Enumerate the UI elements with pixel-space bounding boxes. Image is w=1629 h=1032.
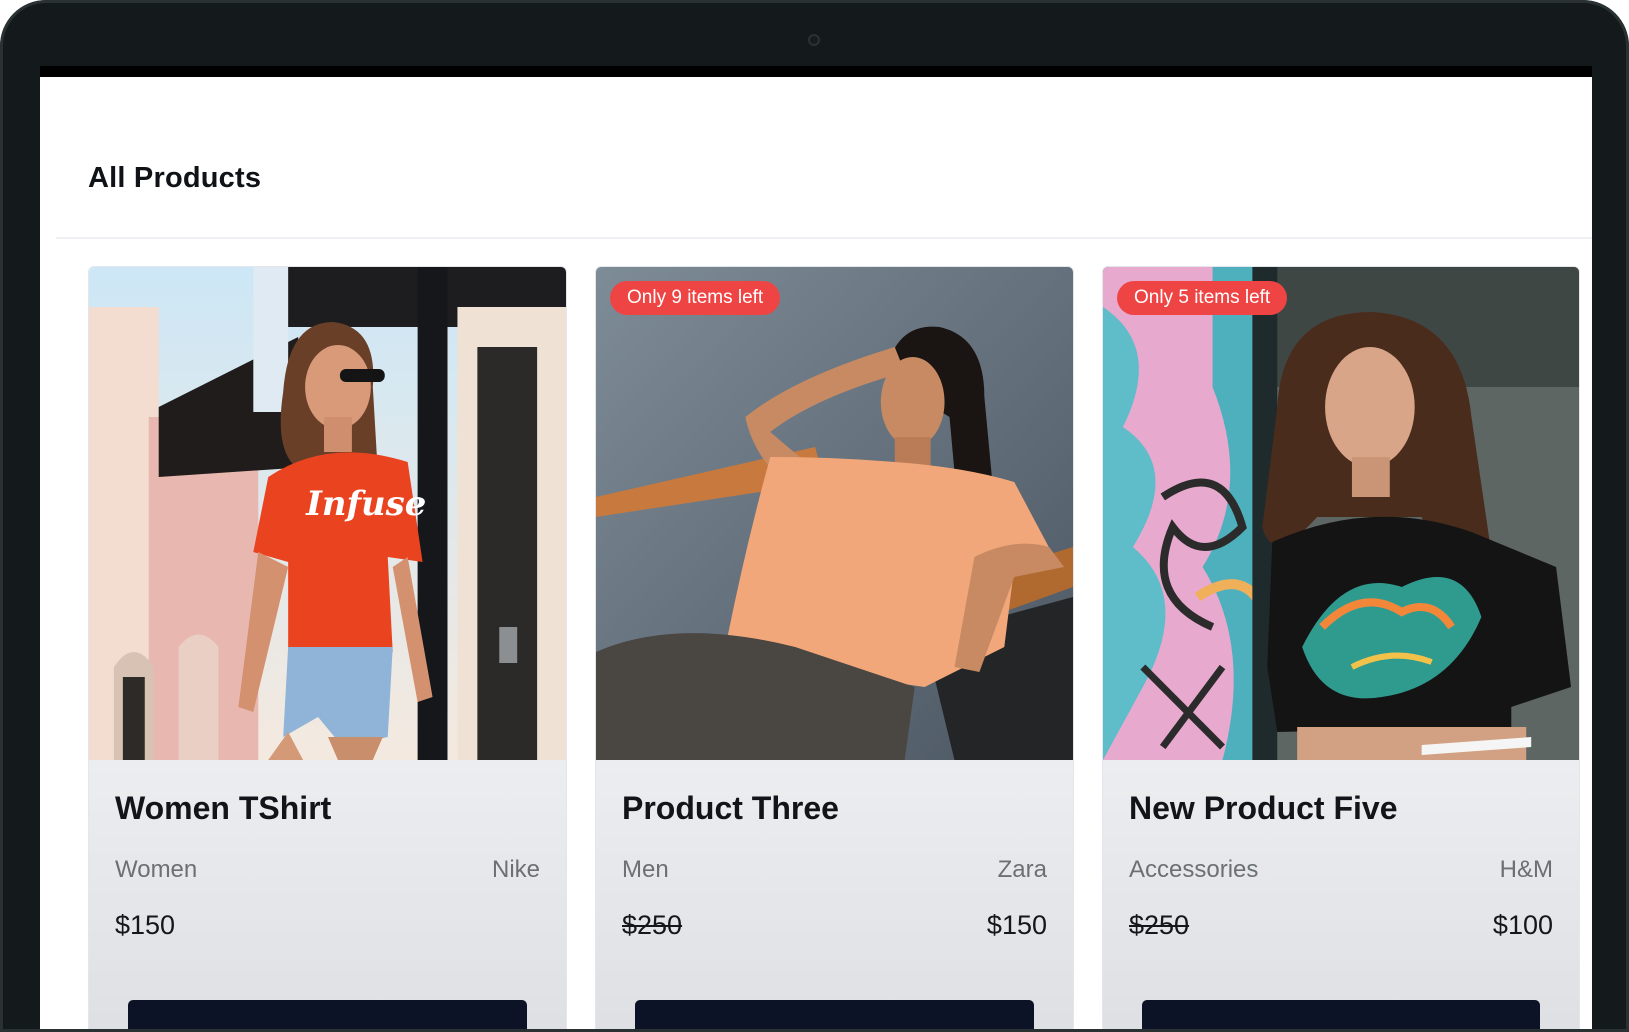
product-card[interactable]: Infuse Women TShirt Women Nike $150 bbox=[88, 266, 567, 1032]
product-meta: Women Nike bbox=[115, 856, 540, 884]
product-image[interactable]: Only 9 items left bbox=[596, 267, 1073, 760]
product-image[interactable]: Infuse bbox=[89, 267, 566, 760]
product-card[interactable]: Only 9 items left Product Three Men Zara… bbox=[595, 266, 1074, 1032]
product-category: Accessories bbox=[1129, 856, 1259, 883]
product-name[interactable]: Women TShirt bbox=[115, 790, 331, 827]
screen-edge bbox=[40, 66, 1592, 77]
product-photo-man-orange-tshirt bbox=[596, 267, 1073, 760]
price-row: $250 $150 bbox=[622, 910, 1047, 941]
price-row: $150 bbox=[115, 910, 540, 941]
stock-badge: Only 9 items left bbox=[610, 281, 781, 315]
product-details: Product Three Men Zara $250 $150 Add to … bbox=[622, 760, 1047, 1032]
product-image[interactable]: Only 5 items left bbox=[1103, 267, 1579, 760]
product-brand: Nike bbox=[491, 856, 540, 883]
product-category: Men bbox=[622, 856, 669, 883]
original-price: $250 bbox=[1129, 910, 1190, 940]
webcam bbox=[808, 34, 820, 46]
price-row: $250 $100 bbox=[1129, 910, 1553, 941]
product-details: Women TShirt Women Nike $150 Add to cart bbox=[115, 760, 540, 1032]
product-price: $150 bbox=[115, 910, 176, 940]
product-name[interactable]: Product Three bbox=[622, 790, 839, 827]
page-title: All Products bbox=[88, 162, 262, 194]
product-photo-woman-red-tshirt: Infuse bbox=[89, 267, 566, 760]
product-meta: Accessories H&M bbox=[1129, 856, 1553, 884]
product-price: $100 bbox=[1492, 910, 1553, 940]
stock-badge: Only 5 items left bbox=[1117, 281, 1288, 315]
product-meta: Men Zara bbox=[622, 856, 1047, 884]
product-brand: H&M bbox=[1499, 856, 1553, 883]
product-name[interactable]: New Product Five bbox=[1129, 790, 1398, 827]
product-price: $150 bbox=[986, 910, 1047, 940]
add-to-cart-button[interactable]: Add to cart bbox=[635, 1000, 1034, 1032]
laptop-bezel: All Products Infuse Women TShirt Women N… bbox=[0, 0, 1629, 1032]
shirt-print-text: Infuse bbox=[305, 483, 426, 523]
add-to-cart-button[interactable]: Add to cart bbox=[1142, 1000, 1540, 1032]
add-to-cart-button[interactable]: Add to cart bbox=[128, 1000, 527, 1032]
product-card[interactable]: Only 5 items left New Product Five Acces… bbox=[1102, 266, 1580, 1032]
product-photo-woman-graphic-tshirt bbox=[1103, 267, 1579, 760]
product-category: Women bbox=[115, 856, 198, 883]
product-details: New Product Five Accessories H&M $250 $1… bbox=[1129, 760, 1553, 1032]
browser-screen: All Products Infuse Women TShirt Women N… bbox=[40, 77, 1592, 1032]
product-brand: Zara bbox=[997, 856, 1047, 883]
original-price: $250 bbox=[622, 910, 683, 940]
header-divider bbox=[56, 237, 1592, 239]
product-grid: Infuse Women TShirt Women Nike $150 Only… bbox=[88, 266, 1588, 1032]
